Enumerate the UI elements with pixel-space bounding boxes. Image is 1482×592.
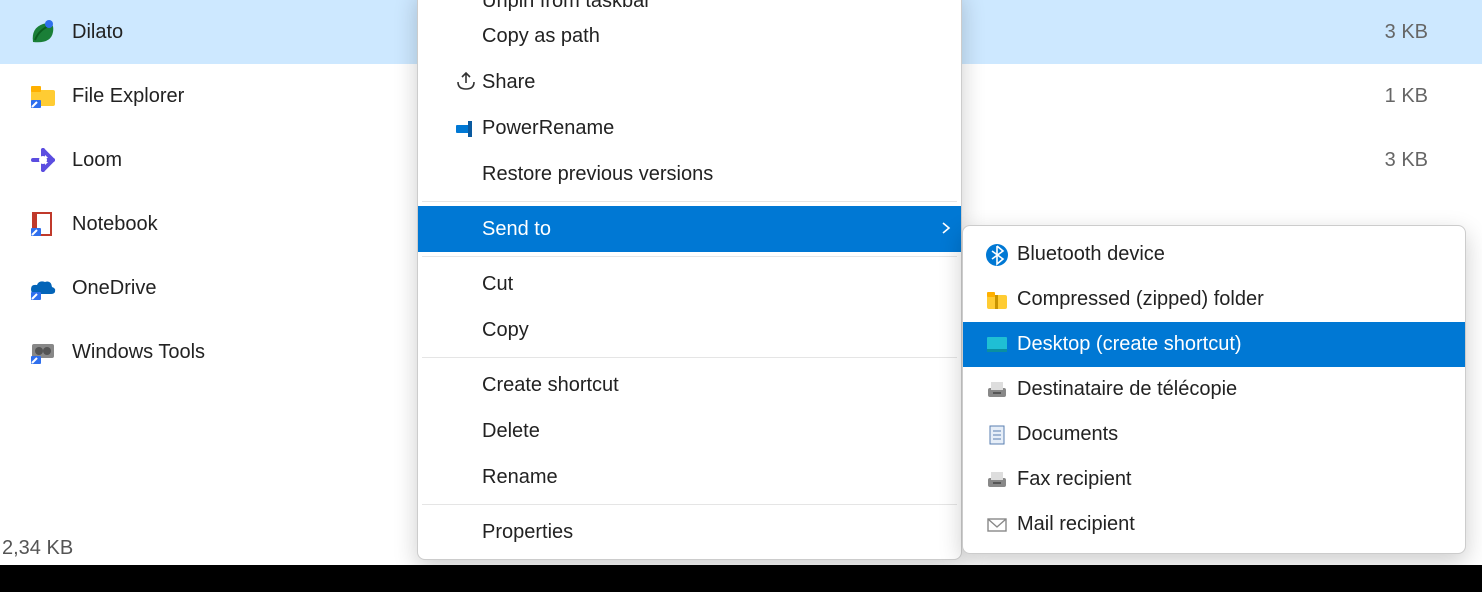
submenu-label: Destinataire de télécopie	[1017, 378, 1237, 401]
menu-separator	[422, 504, 957, 505]
menu-item-copy-as-path[interactable]: Copy as path	[418, 13, 961, 59]
menu-label: Copy as path	[482, 25, 961, 48]
submenu-label: Bluetooth device	[1017, 243, 1165, 266]
menu-item-share[interactable]: Share	[418, 59, 961, 105]
menu-label: Create shortcut	[482, 374, 961, 397]
menu-label: Cut	[482, 273, 961, 296]
menu-label: Unpin from taskbar	[482, 0, 961, 13]
mail-icon	[977, 513, 1017, 537]
submenu-label: Documents	[1017, 423, 1118, 446]
menu-item-cut[interactable]: Cut	[418, 261, 961, 307]
desktop-icon	[977, 333, 1017, 357]
file-explorer-icon	[28, 81, 58, 111]
menu-separator	[422, 256, 957, 257]
taskbar-strip	[0, 565, 1482, 592]
menu-separator	[422, 201, 957, 202]
submenu-arrow-icon	[931, 218, 961, 241]
submenu-label: Compressed (zipped) folder	[1017, 288, 1264, 311]
zip-folder-icon	[977, 288, 1017, 312]
submenu-item-bluetooth-device[interactable]: Bluetooth device	[963, 232, 1465, 277]
menu-item-delete[interactable]: Delete	[418, 408, 961, 454]
context-menu: Unpin from taskbar Copy as path Share Po…	[417, 0, 962, 560]
fax-icon	[977, 468, 1017, 492]
menu-label: Properties	[482, 521, 961, 544]
menu-item-copy[interactable]: Copy	[418, 307, 961, 353]
menu-label: PowerRename	[482, 117, 961, 140]
onedrive-icon	[28, 273, 58, 303]
submenu-item-compressed-folder[interactable]: Compressed (zipped) folder	[963, 277, 1465, 322]
bluetooth-icon	[977, 243, 1017, 267]
menu-item-create-shortcut[interactable]: Create shortcut	[418, 362, 961, 408]
menu-label: Copy	[482, 319, 961, 342]
menu-item-rename[interactable]: Rename	[418, 454, 961, 500]
menu-item-properties[interactable]: Properties	[418, 509, 961, 555]
menu-label: Delete	[482, 420, 961, 443]
menu-label: Restore previous versions	[482, 163, 961, 186]
status-bar-size: 2,34 KB	[0, 537, 73, 565]
powerrename-icon	[448, 117, 482, 139]
menu-label: Share	[482, 71, 961, 94]
submenu-label: Fax recipient	[1017, 468, 1132, 491]
file-size: 1 KB	[1222, 85, 1482, 108]
submenu-item-desktop-create-shortcut[interactable]: Desktop (create shortcut)	[963, 322, 1465, 367]
fax-icon	[977, 378, 1017, 402]
menu-item-unpin-from-taskbar[interactable]: Unpin from taskbar	[418, 0, 961, 13]
share-icon	[448, 71, 482, 93]
windows-tools-icon	[28, 337, 58, 367]
submenu-label: Desktop (create shortcut)	[1017, 333, 1242, 356]
documents-icon	[977, 423, 1017, 447]
submenu-label: Mail recipient	[1017, 513, 1135, 536]
file-size: 3 KB	[1222, 21, 1482, 44]
menu-label: Send to	[482, 218, 931, 241]
submenu-item-destinataire-telecopie[interactable]: Destinataire de télécopie	[963, 367, 1465, 412]
submenu-item-mail-recipient[interactable]: Mail recipient	[963, 502, 1465, 547]
loom-icon	[28, 145, 58, 175]
menu-item-send-to[interactable]: Send to	[418, 206, 961, 252]
file-size: 3 KB	[1222, 149, 1482, 172]
dilato-icon	[28, 17, 58, 47]
menu-label: Rename	[482, 466, 961, 489]
menu-item-restore-previous-versions[interactable]: Restore previous versions	[418, 151, 961, 197]
submenu-item-fax-recipient[interactable]: Fax recipient	[963, 457, 1465, 502]
menu-item-powerrename[interactable]: PowerRename	[418, 105, 961, 151]
submenu-item-documents[interactable]: Documents	[963, 412, 1465, 457]
send-to-submenu: Bluetooth device Compressed (zipped) fol…	[962, 225, 1466, 554]
menu-separator	[422, 357, 957, 358]
notebook-icon	[28, 209, 58, 239]
